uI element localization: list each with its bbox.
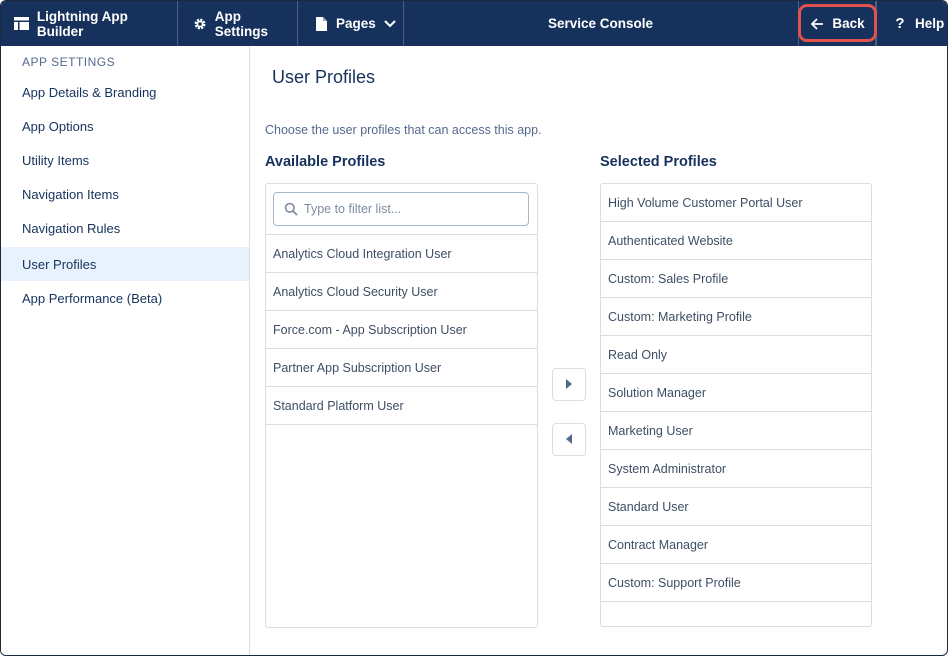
selected-profile-item[interactable]: Marketing User — [601, 412, 871, 450]
sidebar-item-navigation-rules[interactable]: Navigation Rules — [1, 211, 249, 245]
settings-sidebar: APP SETTINGS App Details & Branding App … — [1, 46, 250, 655]
move-to-selected-button[interactable] — [552, 368, 586, 401]
filter-input[interactable] — [304, 193, 524, 225]
help-button[interactable]: ? Help — [876, 1, 947, 46]
back-label: Back — [832, 16, 865, 31]
selected-profile-item[interactable]: Read Only — [601, 336, 871, 374]
chevron-down-icon — [382, 16, 398, 32]
selected-profile-item[interactable]: Custom: Support Profile — [601, 564, 871, 602]
page-icon — [313, 16, 329, 32]
filter-box — [273, 192, 529, 226]
move-to-available-button[interactable] — [552, 423, 586, 456]
page-description: Choose the user profiles that can access… — [265, 123, 542, 137]
selected-profile-item[interactable]: Custom: Marketing Profile — [601, 298, 871, 336]
triangle-left-icon — [565, 431, 573, 449]
selected-profile-item[interactable]: Contract Manager — [601, 526, 871, 564]
app-builder-brand[interactable]: Lightning App Builder — [1, 1, 178, 46]
available-profile-item[interactable]: Analytics Cloud Security User — [266, 273, 537, 311]
app-builder-icon — [14, 16, 30, 32]
selected-profile-item[interactable]: Authenticated Website — [601, 222, 871, 260]
sidebar-item-app-options[interactable]: App Options — [1, 109, 249, 143]
arrow-left-icon — [809, 16, 825, 32]
selected-profile-item[interactable]: Custom: Sales Profile — [601, 260, 871, 298]
app-settings-button[interactable]: App Settings — [178, 1, 298, 46]
top-bar: Lightning App Builder App Settings Pages… — [1, 1, 947, 46]
sidebar-heading: APP SETTINGS — [22, 55, 116, 69]
available-profiles-list: Analytics Cloud Integration User Analyti… — [265, 183, 538, 628]
available-profile-item[interactable]: Partner App Subscription User — [266, 349, 537, 387]
pages-menu-button[interactable]: Pages — [298, 1, 404, 46]
app-name-title: Service Console — [404, 1, 797, 46]
selected-profile-item[interactable]: System Administrator — [601, 450, 871, 488]
selected-profiles-list: High Volume Customer Portal User Authent… — [600, 183, 872, 627]
back-button[interactable]: Back — [798, 1, 876, 46]
selected-profiles-title: Selected Profiles — [600, 154, 717, 170]
help-label: Help — [915, 16, 945, 31]
sidebar-item-app-details-branding[interactable]: App Details & Branding — [1, 75, 249, 109]
question-icon: ? — [895, 15, 905, 32]
sidebar-item-navigation-items[interactable]: Navigation Items — [1, 177, 249, 211]
available-profile-item[interactable]: Analytics Cloud Integration User — [266, 235, 537, 273]
app-settings-label: App Settings — [214, 8, 269, 39]
brand-label: Lightning App Builder — [36, 8, 128, 39]
selected-profile-item[interactable]: Solution Manager — [601, 374, 871, 412]
available-profile-item[interactable]: Standard Platform User — [266, 387, 537, 425]
gear-icon — [192, 16, 208, 32]
sidebar-item-user-profiles[interactable]: User Profiles — [1, 247, 249, 281]
app-window: Lightning App Builder App Settings Pages… — [0, 0, 948, 656]
sidebar-item-app-performance[interactable]: App Performance (Beta) — [1, 281, 249, 315]
available-profiles-title: Available Profiles — [265, 154, 386, 170]
filter-wrapper — [266, 184, 537, 235]
page-title: User Profiles — [272, 67, 376, 87]
pages-label: Pages — [336, 16, 376, 31]
available-profile-item[interactable]: Force.com - App Subscription User — [266, 311, 537, 349]
selected-profile-item[interactable]: High Volume Customer Portal User — [601, 184, 871, 222]
app-name-label: Service Console — [547, 16, 654, 31]
main-content: User Profiles Choose the user profiles t… — [250, 46, 947, 655]
triangle-right-icon — [565, 376, 573, 394]
sidebar-item-utility-items[interactable]: Utility Items — [1, 143, 249, 177]
search-icon — [284, 202, 300, 218]
selected-profile-item[interactable]: Standard User — [601, 488, 871, 526]
